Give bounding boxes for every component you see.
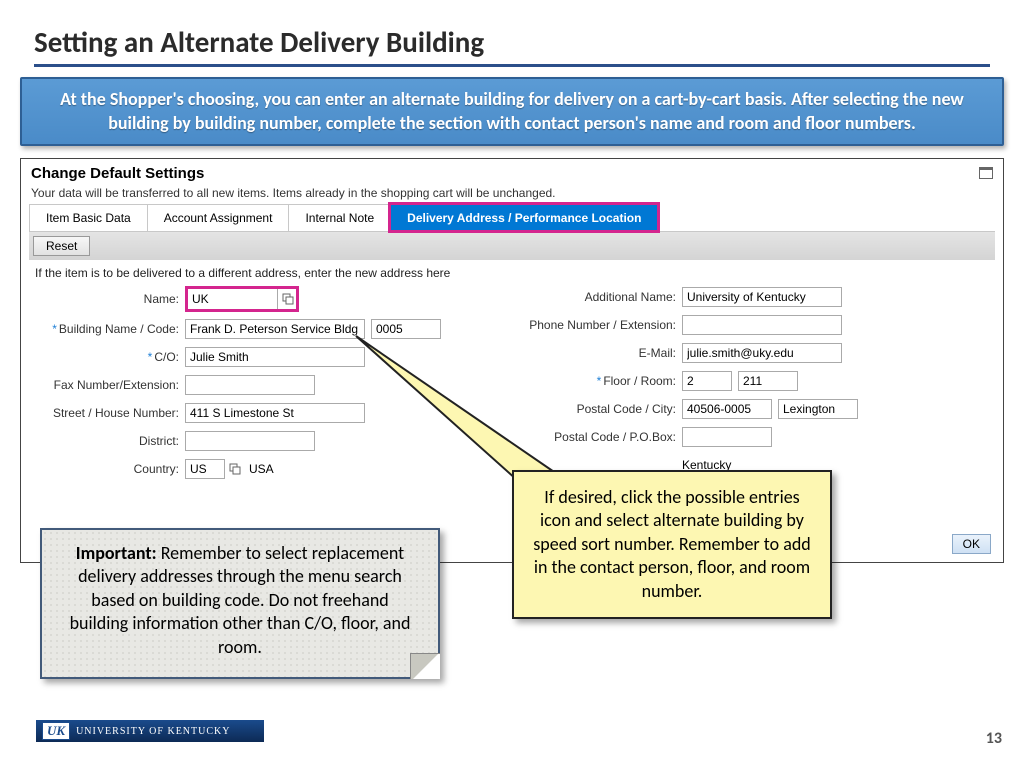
page-curl-icon [410,653,440,679]
email-label: E-Mail: [512,346,682,360]
phone-label: Phone Number / Extension: [512,318,682,332]
country-entries-icon[interactable] [227,460,243,478]
toolbar: Reset [29,232,995,260]
important-bold: Important: [76,542,161,564]
district-input[interactable] [185,431,315,451]
page-number: 13 [986,729,1002,748]
uk-logo: UK [42,722,70,740]
building-name-input[interactable] [185,319,365,339]
reset-button[interactable]: Reset [33,236,90,256]
street-input[interactable] [185,403,365,423]
callout-box: If desired, click the possible entries i… [512,470,832,619]
tab-account-assignment[interactable]: Account Assignment [147,204,290,231]
right-column: Additional Name: Phone Number / Extensio… [512,286,989,486]
building-label: Building Name / Code: [35,322,185,336]
fax-input[interactable] [185,375,315,395]
country-text: USA [249,462,274,476]
pobox-label: Postal Code / P.O.Box: [512,430,682,444]
panel-note: Your data will be transferred to all new… [21,186,1003,204]
street-label: Street / House Number: [35,406,185,420]
floor-input[interactable] [682,371,732,391]
co-input[interactable] [185,347,365,367]
tab-delivery-address[interactable]: Delivery Address / Performance Location [390,204,658,231]
email-input[interactable] [682,343,842,363]
tab-internal-note[interactable]: Internal Note [288,204,391,231]
city-input[interactable] [778,399,858,419]
co-label: C/O: [35,350,185,364]
name-input[interactable] [188,289,278,309]
phone-input[interactable] [682,315,842,335]
room-input[interactable] [738,371,798,391]
postal-input[interactable] [682,399,772,419]
ok-button[interactable]: OK [952,534,991,554]
addl-name-label: Additional Name: [512,290,682,304]
tab-item-basic-data[interactable]: Item Basic Data [29,204,148,231]
slide-title: Setting an Alternate Delivery Building [0,0,1024,64]
tabstrip: Item Basic Data Account Assignment Inter… [29,204,995,232]
fax-label: Fax Number/Extension: [35,378,185,392]
name-input-highlighted [185,286,299,312]
addl-name-input[interactable] [682,287,842,307]
instruction-banner: At the Shopper's choosing, you can enter… [20,77,1004,146]
postal-city-label: Postal Code / City: [512,402,682,416]
window-icon[interactable] [979,167,993,179]
country-input[interactable] [185,459,225,479]
title-underline [34,64,990,67]
uk-name: UNIVERSITY OF KENTUCKY [76,726,230,737]
district-label: District: [35,434,185,448]
name-label: Name: [35,292,185,306]
pobox-input[interactable] [682,427,772,447]
possible-entries-icon[interactable] [280,290,296,308]
panel-title: Change Default Settings [31,165,204,182]
important-box: Important: Remember to select replacemen… [40,528,440,679]
form-note: If the item is to be delivered to a diff… [21,260,1003,286]
footer-bar: UK UNIVERSITY OF KENTUCKY [36,720,264,742]
country-label: Country: [35,462,185,476]
left-column: Name: Building Name / Code: C/O: Fax Num… [35,286,512,486]
floor-room-label: Floor / Room: [512,374,682,388]
building-code-input[interactable] [371,319,441,339]
